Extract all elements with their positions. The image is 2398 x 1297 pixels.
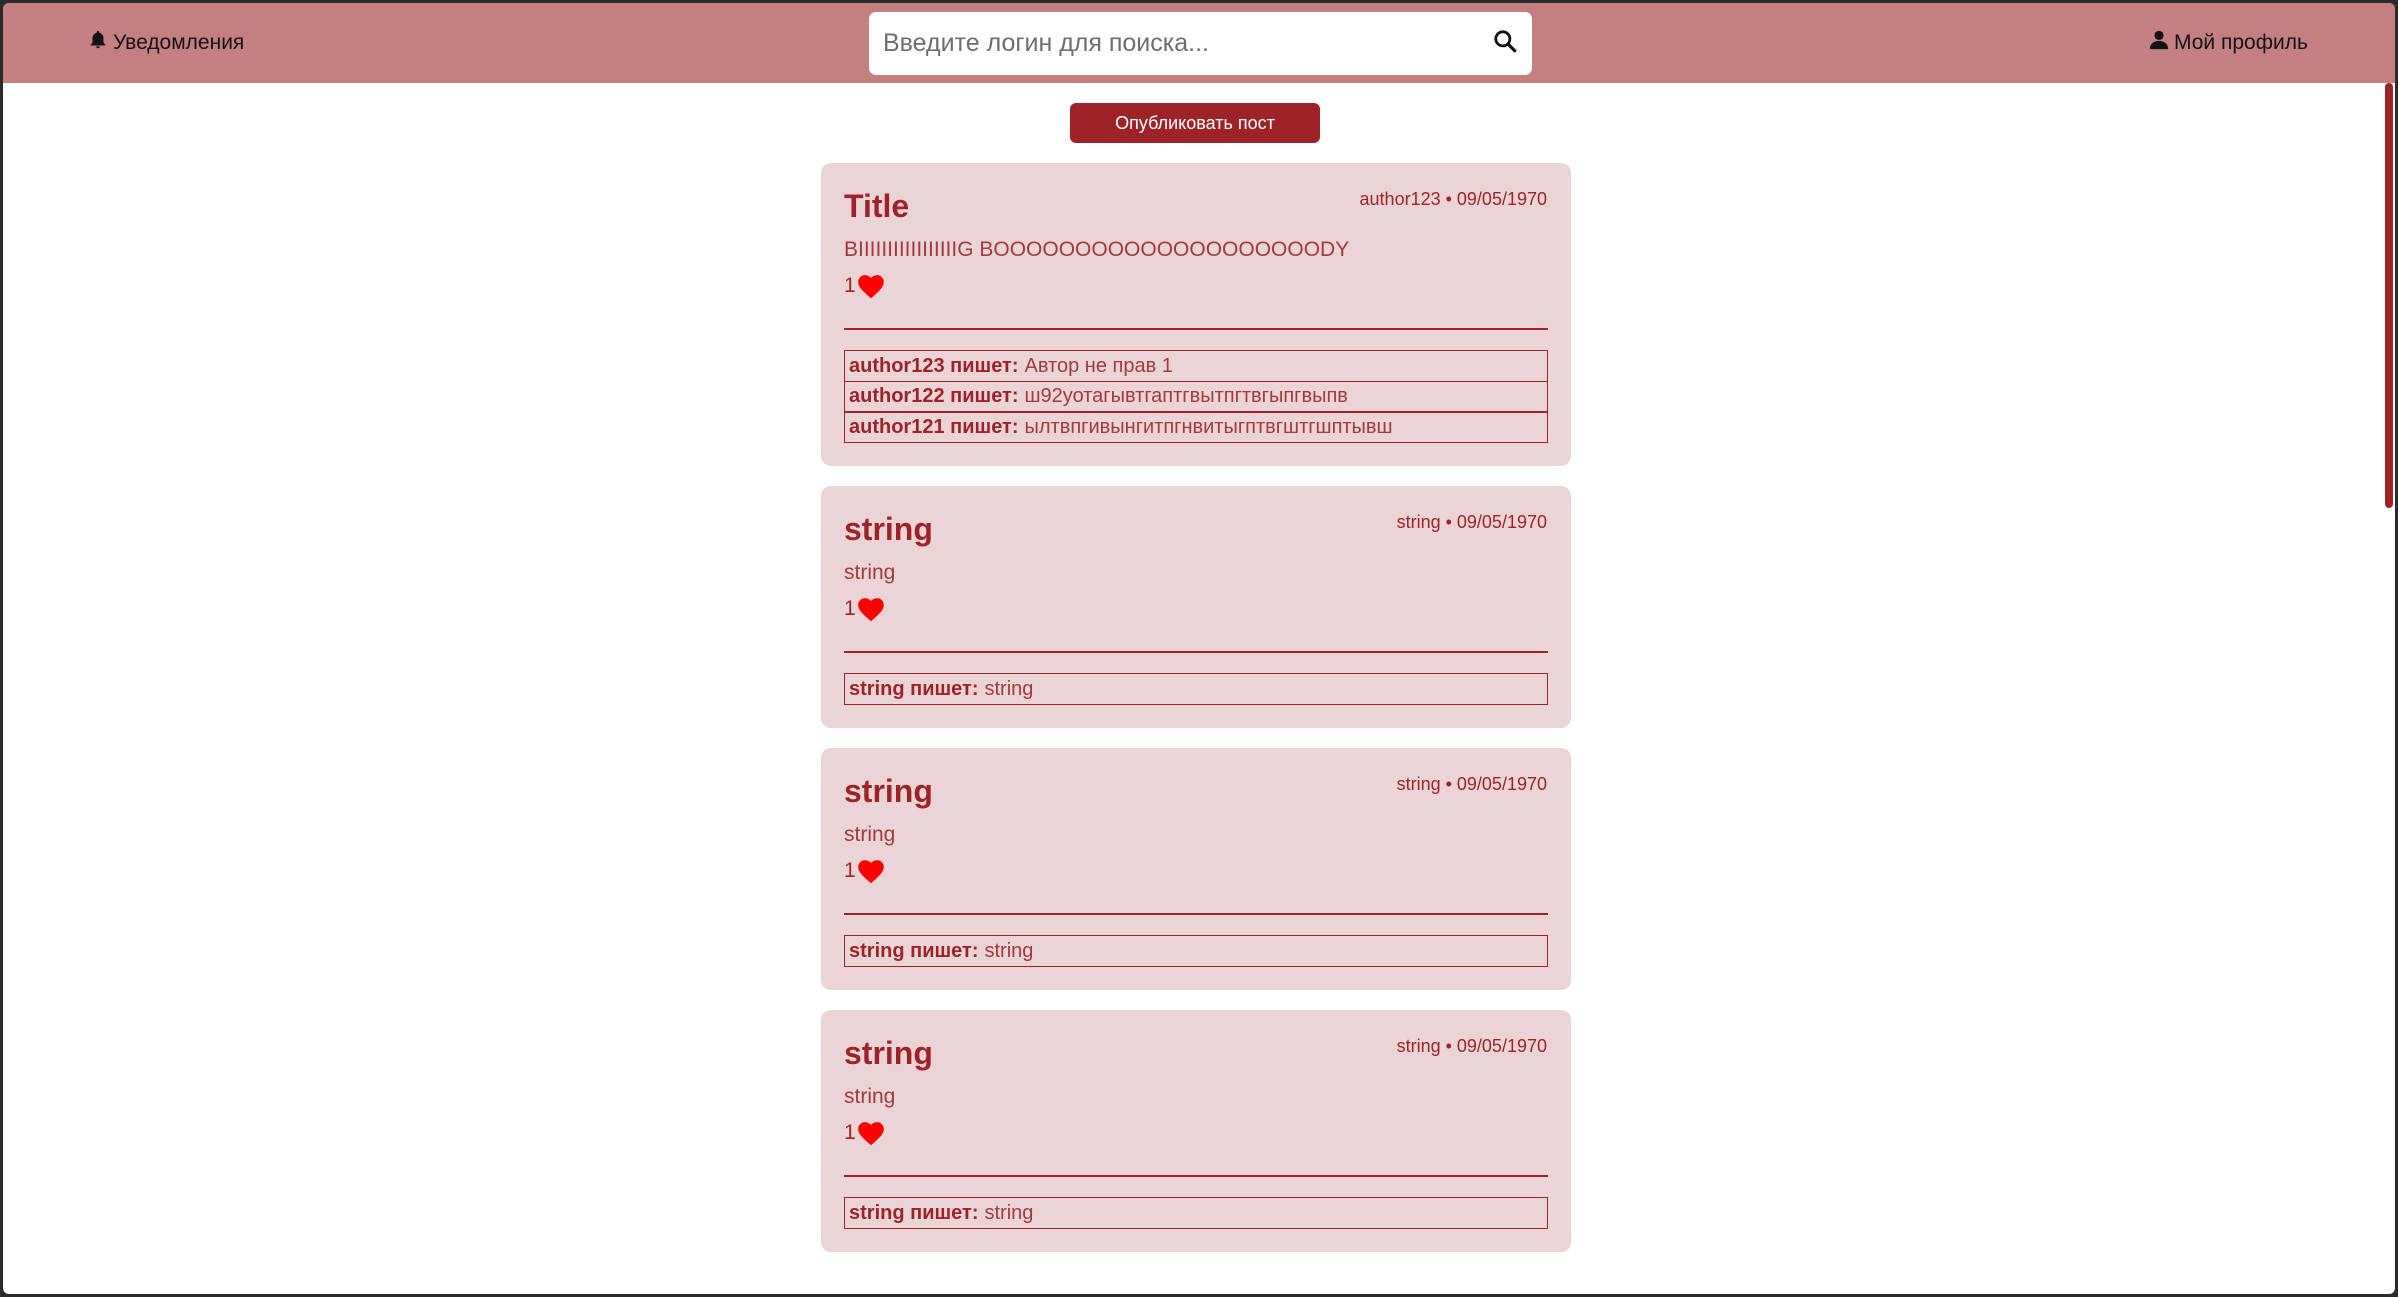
my-profile-link[interactable]: Мой профиль	[2148, 3, 2308, 83]
post-card: Title author123 • 09/05/1970 BIIIIIIIIII…	[821, 163, 1571, 466]
post-body: string	[844, 1085, 896, 1108]
comment-author-name: string	[849, 939, 905, 962]
comment-author: string пишет:	[849, 1202, 978, 1225]
comment-list: author123 пишет: Автор не прав 1 author1…	[844, 350, 1548, 443]
comment-verb: пишет:	[910, 677, 979, 700]
post-body: string	[844, 561, 896, 584]
comment-text: string	[984, 939, 1034, 962]
post-meta: string • 09/05/1970	[1396, 512, 1547, 532]
app-window: Уведомления Мой профиль Опубликовать пос…	[3, 3, 2395, 1294]
post-body: string	[844, 823, 896, 846]
heart-icon[interactable]	[857, 596, 885, 622]
search-icon	[1492, 28, 1518, 59]
search-input[interactable]	[869, 12, 1469, 75]
comment-text: ш92уотагывтгаптгвытпгтвгыпгвыпв	[1024, 385, 1348, 407]
comment-item: author123 пишет: Автор не прав 1	[844, 350, 1548, 382]
comment-author: author123 пишет:	[849, 355, 1019, 378]
post-meta: string • 09/05/1970	[1396, 774, 1547, 794]
post-likes: 1	[844, 595, 1548, 623]
notifications-link[interactable]: Уведомления	[87, 3, 244, 83]
comment-verb: пишет:	[910, 1201, 979, 1224]
comment-text: string	[984, 1201, 1034, 1224]
comment-text: string	[984, 677, 1034, 700]
post-card: string string • 09/05/1970 string 1 stri…	[821, 486, 1571, 728]
like-count: 1	[844, 597, 856, 620]
post-divider	[844, 328, 1548, 330]
comment-list: string пишет: string	[844, 1197, 1548, 1229]
like-count: 1	[844, 1121, 856, 1144]
post-body: BIIIIIIIIIIIIIIIIIG BOOOOOOOOOOOOOOOOOOO…	[844, 238, 1350, 261]
user-icon	[2148, 29, 2170, 57]
top-navbar: Уведомления Мой профиль	[3, 3, 2395, 83]
posts-feed: Title author123 • 09/05/1970 BIIIIIIIIII…	[821, 163, 1571, 1272]
like-count: 1	[844, 859, 856, 882]
comment-author-name: author123	[849, 354, 945, 377]
comment-verb: пишет:	[950, 354, 1019, 377]
comment-author-name: string	[849, 1201, 905, 1224]
post-likes: 1	[844, 857, 1548, 885]
post-card: string string • 09/05/1970 string 1 stri…	[821, 1010, 1571, 1252]
comment-author: author122 пишет:	[849, 385, 1019, 408]
comment-list: string пишет: string	[844, 673, 1548, 705]
heart-icon[interactable]	[857, 1120, 885, 1146]
scrollbar[interactable]	[2383, 83, 2395, 1294]
comment-item: string пишет: string	[844, 935, 1548, 967]
notifications-label: Уведомления	[113, 31, 245, 54]
publish-post-button[interactable]: Опубликовать пост	[1070, 103, 1320, 143]
comment-author: string пишет:	[849, 678, 978, 701]
comment-item: author122 пишет: ш92уотагывтгаптгвытпгтв…	[844, 380, 1548, 413]
post-divider	[844, 651, 1548, 653]
comment-verb: пишет:	[950, 385, 1019, 407]
post-likes: 1	[844, 1119, 1548, 1147]
post-meta: author123 • 09/05/1970	[1359, 189, 1547, 209]
search-box	[869, 12, 1532, 75]
scrollbar-thumb[interactable]	[2385, 83, 2393, 508]
comment-verb: пишет:	[950, 415, 1019, 438]
comment-list: string пишет: string	[844, 935, 1548, 967]
heart-icon[interactable]	[857, 858, 885, 884]
post-divider	[844, 1175, 1548, 1177]
comment-item: string пишет: string	[844, 1197, 1548, 1229]
post-divider	[844, 913, 1548, 915]
post-card: string string • 09/05/1970 string 1 stri…	[821, 748, 1571, 990]
comment-verb: пишет:	[910, 939, 979, 962]
comment-text: ылтвпгивынгитпгнвитыгптвгштгшптывш	[1024, 415, 1393, 438]
like-count: 1	[844, 274, 856, 297]
post-meta: string • 09/05/1970	[1396, 1036, 1547, 1056]
comment-item: string пишет: string	[844, 673, 1548, 705]
heart-icon[interactable]	[857, 273, 885, 299]
comment-author-name: string	[849, 677, 905, 700]
comment-author-name: author122	[849, 385, 945, 407]
comment-author-name: author121	[849, 415, 945, 438]
comment-author: string пишет:	[849, 940, 978, 963]
bell-icon	[87, 29, 109, 57]
profile-label: Мой профиль	[2174, 31, 2308, 54]
comment-text: Автор не прав 1	[1024, 354, 1173, 377]
comment-item: author121 пишет: ылтвпгивынгитпгнвитыгпт…	[844, 411, 1548, 443]
comment-author: author121 пишет:	[849, 416, 1019, 439]
post-likes: 1	[844, 272, 1548, 300]
search-button[interactable]	[1490, 28, 1520, 58]
